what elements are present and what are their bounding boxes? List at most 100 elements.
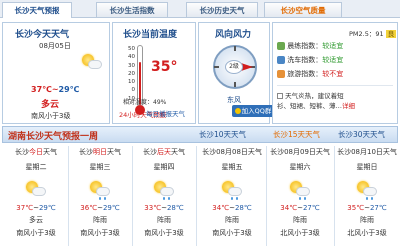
day-weekday: 星期六	[289, 163, 311, 171]
advice-line-2: 衫、短裙、短裤、薄…	[277, 102, 342, 110]
divider	[277, 85, 393, 86]
today-temp-low: 29℃	[58, 85, 80, 94]
shower-icon	[153, 180, 175, 200]
day-desc: 阵雨	[93, 216, 107, 224]
today-date: 08月05日	[39, 42, 71, 50]
scale-label: 30	[128, 62, 135, 69]
shower-icon	[89, 180, 111, 200]
tab-history[interactable]: 长沙历史天气	[186, 2, 258, 17]
day-card[interactable]: 长沙今日天气 星期二 37℃~29℃ 多云 南风小于3级	[8, 144, 64, 248]
clothing-advice: 天气炎热，建议着短 衫、短裙、短裤、薄…详细	[277, 91, 395, 111]
current-temperature: 35°	[151, 59, 178, 75]
week-title: 湖南长沙天气预报一周	[8, 132, 99, 142]
index-name: 旅游指数：	[287, 70, 323, 78]
index-value[interactable]: 较适宜	[322, 56, 343, 64]
divider	[196, 146, 197, 246]
day-wind: 南风小于3级	[16, 229, 56, 237]
shirt-icon	[277, 93, 283, 99]
tab-life-index[interactable]: 长沙生活指数	[96, 2, 168, 17]
day-desc: 阵雨	[293, 216, 307, 224]
tab-air-quality[interactable]: 长沙空气质量	[264, 2, 342, 17]
day-heading: 长沙后天天气	[143, 148, 185, 156]
day-heading: 长沙今日天气	[15, 148, 57, 156]
index-value[interactable]: 较不宜	[322, 70, 343, 78]
tab-30-days[interactable]: 长沙30天天气	[338, 129, 385, 140]
advice-more-link[interactable]: 详细	[342, 102, 355, 110]
day-weekday: 星期三	[89, 163, 111, 171]
shower-icon	[289, 180, 311, 200]
scale-label: 40	[128, 54, 135, 61]
day-desc: 阵雨	[225, 216, 239, 224]
scale-label: 0	[131, 87, 136, 94]
day-desc: 阵雨	[157, 216, 171, 224]
shower-icon	[221, 180, 243, 200]
day-wind: 北风小于3级	[280, 229, 320, 237]
day-temp-range: 36℃~29℃	[80, 204, 120, 212]
day-temp-range: 34℃~28℃	[212, 204, 252, 212]
index-row: 旅游指数：较不宜	[277, 69, 343, 79]
day-wind: 南风小于3级	[144, 229, 184, 237]
car-wash-icon	[277, 56, 285, 64]
today-wind: 南风小于3级	[31, 112, 71, 120]
day-temp-range: 34℃~27℃	[280, 204, 320, 212]
divider	[266, 146, 267, 246]
day-weekday: 星期五	[221, 163, 243, 171]
day-temp-range: 33℃~28℃	[144, 204, 184, 212]
daily-broadcast-link[interactable]: 每日播报天气	[146, 108, 185, 118]
index-row: 晨练指数：较适宜	[277, 41, 343, 51]
aqi-display: PM2.5：91 良	[349, 28, 397, 38]
aqi-value: 91	[375, 30, 384, 38]
thermometer-scale: 50 40 30 20 10 0 -10	[121, 45, 135, 103]
day-weekday: 星期日	[356, 163, 378, 171]
join-qq-button[interactable]: 加入QQ群	[232, 105, 274, 117]
tab-10-days[interactable]: 长沙10天天气	[199, 129, 246, 140]
day-weekday: 星期四	[153, 163, 175, 171]
tab-forecast[interactable]: 长沙天气预报	[2, 2, 72, 18]
humidity: 相对湿度：49%	[123, 99, 167, 106]
partly-cloudy-icon	[25, 180, 47, 200]
day-card[interactable]: 长沙08月08日天气 星期五 34℃~28℃ 阵雨 南风小于3级	[200, 144, 264, 248]
wind-compass: 2级	[213, 45, 257, 89]
today-title: 长沙今天天气	[15, 30, 70, 40]
index-value[interactable]: 较适宜	[322, 42, 343, 50]
today-desc: 多云	[41, 100, 60, 110]
day-desc: 多云	[29, 216, 43, 224]
scale-label: 50	[128, 46, 135, 52]
index-name: 洗车指数：	[287, 56, 323, 64]
shower-icon	[356, 180, 378, 200]
aqi-label: PM2.5：	[349, 30, 376, 38]
today-temp-high: 37℃	[31, 85, 52, 94]
today-panel: 长沙今天天气 08月05日 37℃~29℃ 多云 南风小于3级	[2, 22, 110, 124]
day-card[interactable]: 长沙08月09日天气 星期六 34℃~27℃ 阵雨 北风小于3级	[268, 144, 332, 248]
today-temperature-range: 37℃~29℃	[31, 85, 79, 94]
day-card[interactable]: 长沙后天天气 星期四 33℃~28℃ 阵雨 南风小于3级	[136, 144, 192, 248]
wind-title: 风向风力	[215, 30, 252, 40]
day-wind: 南风小于3级	[80, 229, 120, 237]
day-temp-range: 35℃~27℃	[347, 204, 387, 212]
wind-direction: 东风	[227, 96, 241, 104]
qq-icon	[234, 108, 241, 114]
week-forecast-bar: 湖南长沙天气预报一周 长沙10天天气 长沙15天天气 长沙30天天气	[2, 126, 398, 143]
scale-label: 20	[128, 70, 135, 77]
day-desc: 阵雨	[360, 216, 374, 224]
morning-exercise-icon	[277, 42, 285, 50]
day-wind: 南风小于3级	[212, 229, 252, 237]
day-temp-range: 37℃~29℃	[16, 204, 56, 212]
info-panel: PM2.5：91 良 晨练指数：较适宜 洗车指数：较适宜 旅游指数：较不宜 天气…	[272, 22, 398, 124]
day-heading: 长沙08月09日天气	[270, 148, 330, 156]
partly-cloudy-icon	[81, 53, 103, 73]
divider	[68, 146, 69, 246]
wind-level: 2级	[225, 60, 243, 74]
day-heading: 长沙08月08日天气	[202, 148, 262, 156]
tab-15-days[interactable]: 长沙15天天气	[273, 129, 320, 140]
divider	[334, 146, 335, 246]
day-wind: 北风小于3级	[347, 229, 387, 237]
day-card[interactable]: 长沙明日天气 星期三 36℃~29℃ 阵雨 南风小于3级	[72, 144, 128, 248]
day-card[interactable]: 长沙08月10日天气 星期日 35℃~27℃ 阵雨 北风小于3级	[336, 144, 398, 248]
divider	[132, 146, 133, 246]
join-qq-label: 加入QQ群	[241, 107, 272, 115]
day-weekday: 星期二	[25, 163, 47, 171]
today-temp-separator: ~	[51, 85, 59, 94]
travel-icon	[277, 70, 285, 78]
index-name: 晨练指数：	[287, 42, 323, 50]
